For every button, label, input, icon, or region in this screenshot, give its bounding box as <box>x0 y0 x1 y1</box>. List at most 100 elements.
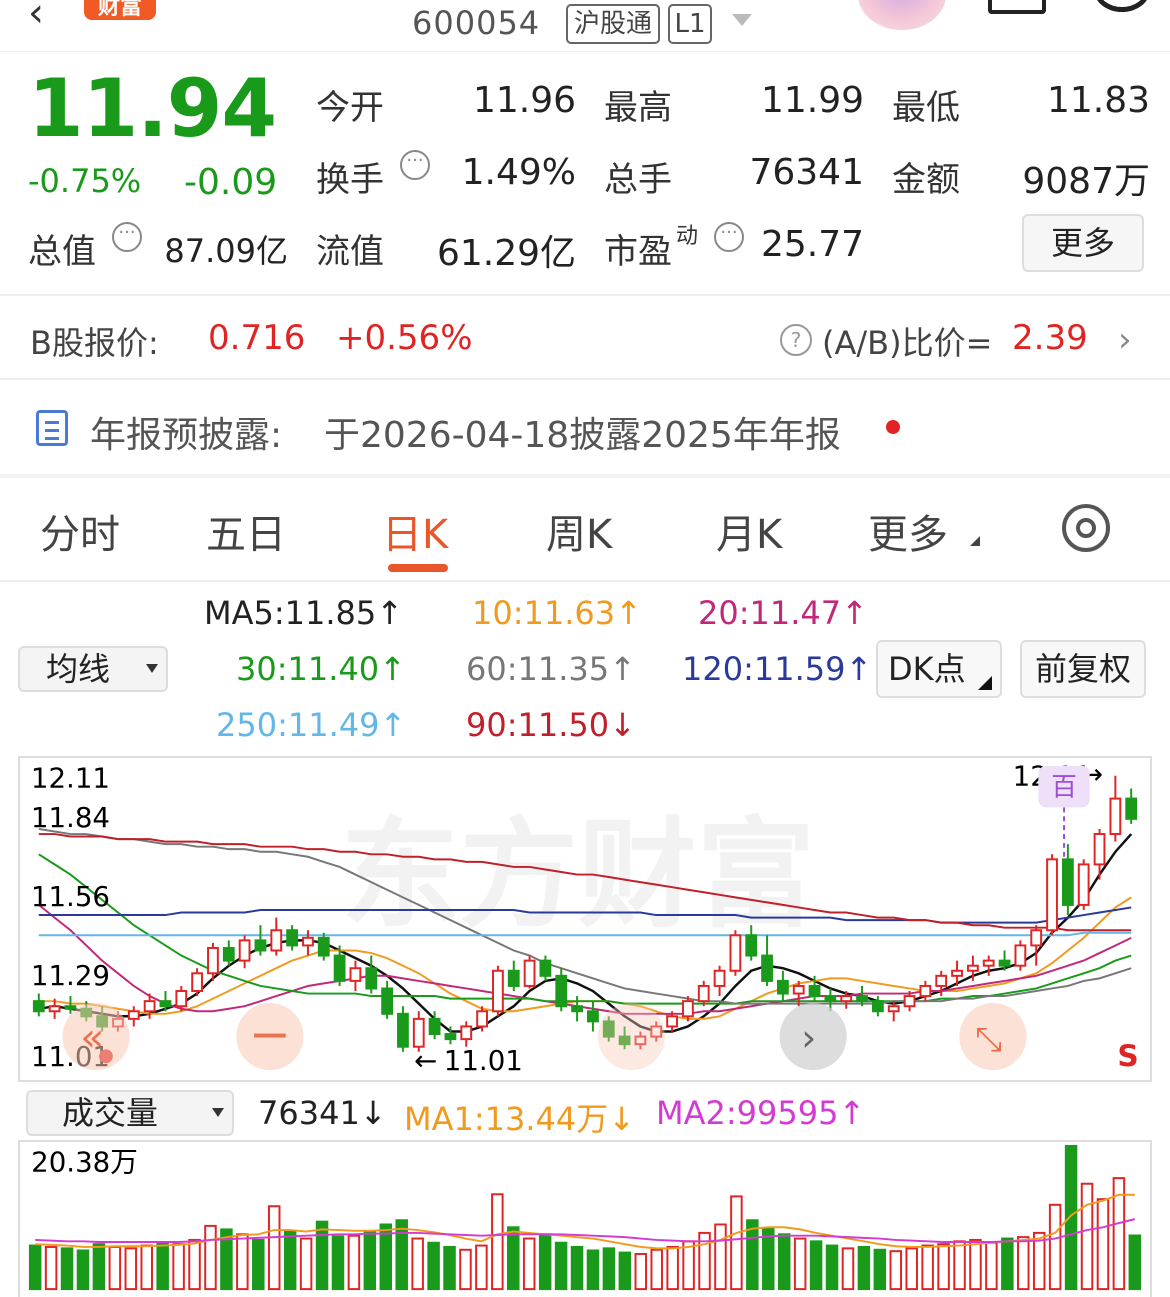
volume-bar <box>634 1252 648 1291</box>
volume-bar <box>905 1247 918 1291</box>
candle-body <box>539 959 552 977</box>
indicator-select[interactable]: 成交量 <box>26 1090 234 1136</box>
volume-bar <box>459 1248 472 1291</box>
candle-body <box>887 1005 900 1013</box>
candle-body <box>1093 833 1106 866</box>
search-icon[interactable] <box>1094 0 1150 12</box>
notice-text[interactable]: 于2026-04-18披露2025年年报 <box>324 406 841 458</box>
volume-label: 总手 <box>604 160 672 200</box>
divider <box>0 580 1170 582</box>
volume-bar <box>443 1245 456 1291</box>
volume-bar <box>1064 1144 1078 1291</box>
candle-body <box>792 984 805 995</box>
candle-body <box>127 1010 140 1020</box>
volume-ma2: MA2:99595↑ <box>656 1094 866 1132</box>
volume-bar <box>1096 1198 1110 1291</box>
low-value: 11.83 <box>1046 80 1150 121</box>
candle-body <box>697 984 710 1003</box>
candle-body <box>302 936 314 947</box>
candle-body <box>207 946 219 975</box>
hgt-badge: 沪股通 <box>566 4 661 44</box>
volume-bar <box>347 1234 361 1291</box>
y-label-top: 12.11 <box>31 762 110 795</box>
share-icon[interactable] <box>988 0 1046 14</box>
candle-body <box>523 959 536 987</box>
tab-five-day[interactable]: 五日 <box>206 502 286 560</box>
ab-ratio-label[interactable]: (A/B)比价= <box>822 318 992 364</box>
volume-chart[interactable]: 20.38万 <box>18 1140 1152 1297</box>
volume-bar <box>411 1237 424 1291</box>
candle-body <box>682 1000 694 1018</box>
candle-body <box>191 972 204 993</box>
volume-bar <box>124 1247 138 1291</box>
tab-more-corner <box>970 536 980 546</box>
candle-body <box>238 939 251 962</box>
caifu-badge[interactable]: 财富 <box>84 0 156 20</box>
volume-bar <box>267 1205 281 1291</box>
candle-body <box>270 929 283 952</box>
volume-bar <box>762 1227 775 1291</box>
candle-body <box>428 1017 441 1036</box>
tab-intraday[interactable]: 分时 <box>40 502 120 560</box>
volume-value: 76341 <box>749 152 864 193</box>
adjust-button[interactable]: 前复权 <box>1020 640 1146 698</box>
gear-icon[interactable] <box>1062 504 1110 552</box>
kline-chart[interactable]: 东方财富 12.11 11.84 11.56 11.29 11.01 12.11… <box>18 756 1152 1082</box>
candle-body <box>1125 797 1138 820</box>
volume-bar <box>395 1219 408 1291</box>
volume-bar <box>28 1244 42 1291</box>
volume-bar <box>650 1248 663 1291</box>
candle-body <box>935 974 948 987</box>
chevron-right-icon[interactable]: › <box>801 1015 816 1059</box>
ma250-legend: 250:11.49↑ <box>216 706 407 744</box>
candle-body <box>1014 944 1027 967</box>
ab-ratio-value[interactable]: 2.39 <box>1012 318 1088 358</box>
info-dots-icon[interactable]: ··· <box>714 222 744 252</box>
info-dots-icon[interactable]: ··· <box>400 150 430 180</box>
b-share-price: 0.716 <box>208 318 306 358</box>
ma90-legend: 90:11.50↓ <box>466 706 636 744</box>
volume-bar <box>204 1224 217 1291</box>
notice-label[interactable]: 年报预披露: <box>90 406 282 458</box>
pan-button[interactable] <box>597 1002 666 1071</box>
tab-monthly-k[interactable]: 月K <box>716 502 782 560</box>
turnover-label: 换手 <box>316 160 384 200</box>
candle-body <box>903 995 916 1008</box>
back-icon[interactable]: ‹ <box>28 0 44 36</box>
ma5-legend: MA5:11.85↑ <box>204 594 404 632</box>
tab-more[interactable]: 更多 <box>868 502 948 560</box>
avatar[interactable] <box>858 0 946 30</box>
candle-body <box>64 1005 77 1010</box>
candle-body <box>571 1005 583 1013</box>
candle-body <box>507 969 520 987</box>
abs-change: -0.09 <box>184 162 278 203</box>
candle-body <box>143 1000 156 1013</box>
candle-body <box>460 1025 473 1041</box>
volume-bar <box>889 1250 903 1291</box>
sell-marker: S <box>1117 1038 1138 1073</box>
expand-icon[interactable]: ⤡ <box>975 1019 1002 1058</box>
ma30-legend: 30:11.40↑ <box>236 650 406 688</box>
volume-bar <box>1017 1236 1030 1291</box>
double-chevron-left-icon[interactable]: « <box>80 1014 104 1060</box>
info-dots-icon[interactable]: ··· <box>112 222 142 252</box>
chevron-right-icon[interactable]: › <box>1118 320 1132 360</box>
volume-max-label: 20.38万 <box>31 1146 138 1179</box>
volume-bar <box>602 1247 616 1291</box>
chevron-down-icon[interactable] <box>732 14 752 26</box>
event-marker[interactable]: 百 <box>1051 773 1077 803</box>
candle-body <box>444 1033 457 1041</box>
volume-bar <box>570 1245 584 1291</box>
minus-icon[interactable] <box>254 1033 286 1038</box>
volume-bar <box>618 1251 632 1291</box>
y-label-2: 11.84 <box>31 801 110 834</box>
tab-daily-k[interactable]: 日K <box>382 502 448 560</box>
y-label-4: 11.29 <box>31 959 110 992</box>
tab-weekly-k[interactable]: 周K <box>546 502 612 560</box>
more-button[interactable]: 更多 <box>1022 214 1144 272</box>
help-icon[interactable]: ? <box>780 324 812 356</box>
candle-body <box>919 984 932 998</box>
candle-body <box>476 1010 488 1028</box>
volume-bar <box>427 1241 440 1291</box>
candle-body <box>32 1000 45 1013</box>
